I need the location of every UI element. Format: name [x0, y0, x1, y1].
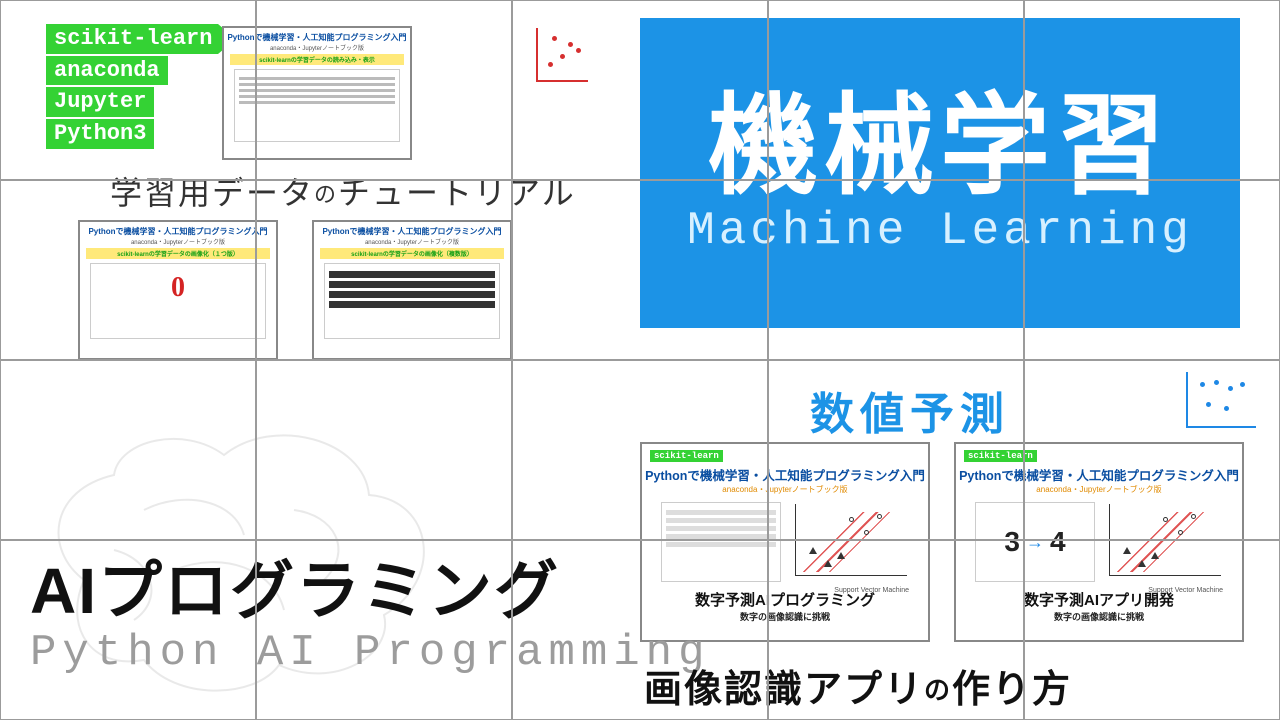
- tutorial-heading-b: チュートリアル: [338, 175, 576, 211]
- caption-no: の: [924, 675, 952, 705]
- thumb-highlight: scikit-learnの学習データの画像化（複数版）: [320, 248, 504, 259]
- mini-tag: scikit-learn: [964, 450, 1037, 462]
- svm-label: Support Vector Machine: [834, 587, 909, 594]
- tutorial-heading-a: 学習用データ: [110, 175, 314, 211]
- image-recognition-caption: 画像認識アプリの作り方: [644, 658, 1072, 713]
- mini-tag: scikit-learn: [650, 450, 723, 462]
- thumbnail-digit-programming: scikit-learn Pythonで機械学習・人工知能プログラミング入門 a…: [640, 442, 930, 642]
- mini-footer2: 数字の画像認識に挑戦: [642, 610, 928, 623]
- tag-anaconda: anaconda: [46, 56, 168, 86]
- mini-title: Pythonで機械学習・人工知能プログラミング入門: [642, 465, 928, 484]
- thumb-highlight: scikit-learnの学習データの読み込み・表示: [230, 54, 404, 65]
- mini-footer2: 数字の画像認識に挑戦: [956, 610, 1242, 623]
- tag-jupyter: Jupyter: [46, 87, 154, 117]
- thumb-sub: anaconda・Jupyterノートブック版: [314, 237, 510, 246]
- tag-scikit-learn: scikit-learn: [46, 24, 218, 54]
- ai-programming-title: AIプログラミング: [30, 540, 560, 632]
- mini-notebook-icon: [661, 502, 781, 582]
- digit-to: 4: [1050, 526, 1066, 558]
- ml-title-en: Machine Learning: [687, 205, 1193, 257]
- tutorial-heading-no: の: [314, 182, 338, 207]
- mini-sub: anaconda・Jupyterノートブック版: [642, 484, 928, 495]
- caption-b: 作り方: [952, 669, 1072, 711]
- thumb-title: Pythonで機械学習・人工知能プログラミング入門: [80, 222, 276, 237]
- svm-chart-icon: Support Vector Machine: [1103, 502, 1223, 582]
- svm-label: Support Vector Machine: [1148, 587, 1223, 594]
- thumb-sub: anaconda・Jupyterノートブック版: [224, 43, 410, 52]
- svm-chart-icon: Support Vector Machine: [789, 502, 909, 582]
- scatter-icon-blue: [1180, 372, 1256, 432]
- ml-title-jp: 機械学習: [708, 89, 1172, 205]
- digit-zero-icon: 0: [95, 268, 261, 302]
- caption-a: 画像認識アプリ: [644, 669, 924, 711]
- mini-sub: anaconda・Jupyterノートブック版: [956, 484, 1242, 495]
- digit-from: 3: [1004, 526, 1020, 558]
- thumb-title: Pythonで機械学習・人工知能プログラミング入門: [314, 222, 510, 237]
- digits-3-to-4-icon: 3 → 4: [975, 502, 1095, 582]
- thumbnail-load-data: Pythonで機械学習・人工知能プログラミング入門 anaconda・Jupyt…: [222, 26, 412, 160]
- thumb-title: Pythonで機械学習・人工知能プログラミング入門: [224, 28, 410, 43]
- thumb-highlight: scikit-learnの学習データの画像化（１つ版）: [86, 248, 270, 259]
- arrow-right-icon: →: [1026, 532, 1044, 553]
- thumbnail-digit-app: scikit-learn Pythonで機械学習・人工知能プログラミング入門 a…: [954, 442, 1244, 642]
- thumbnail-multi-image: Pythonで機械学習・人工知能プログラミング入門 anaconda・Jupyt…: [312, 220, 512, 360]
- tech-tag-stack: scikit-learn anaconda Jupyter Python3: [46, 24, 218, 149]
- scatter-icon: [530, 28, 588, 86]
- numeric-prediction-heading: 数値予測: [810, 378, 1010, 442]
- ai-programming-subtitle: Python AI Programming: [30, 628, 711, 678]
- tutorial-heading: 学習用データのチュートリアル: [110, 168, 576, 214]
- mini-title: Pythonで機械学習・人工知能プログラミング入門: [956, 465, 1242, 484]
- machine-learning-panel: 機械学習 Machine Learning: [640, 18, 1240, 328]
- thumbnail-single-image: Pythonで機械学習・人工知能プログラミング入門 anaconda・Jupyt…: [78, 220, 278, 360]
- tag-python3: Python3: [46, 119, 154, 149]
- thumb-sub: anaconda・Jupyterノートブック版: [80, 237, 276, 246]
